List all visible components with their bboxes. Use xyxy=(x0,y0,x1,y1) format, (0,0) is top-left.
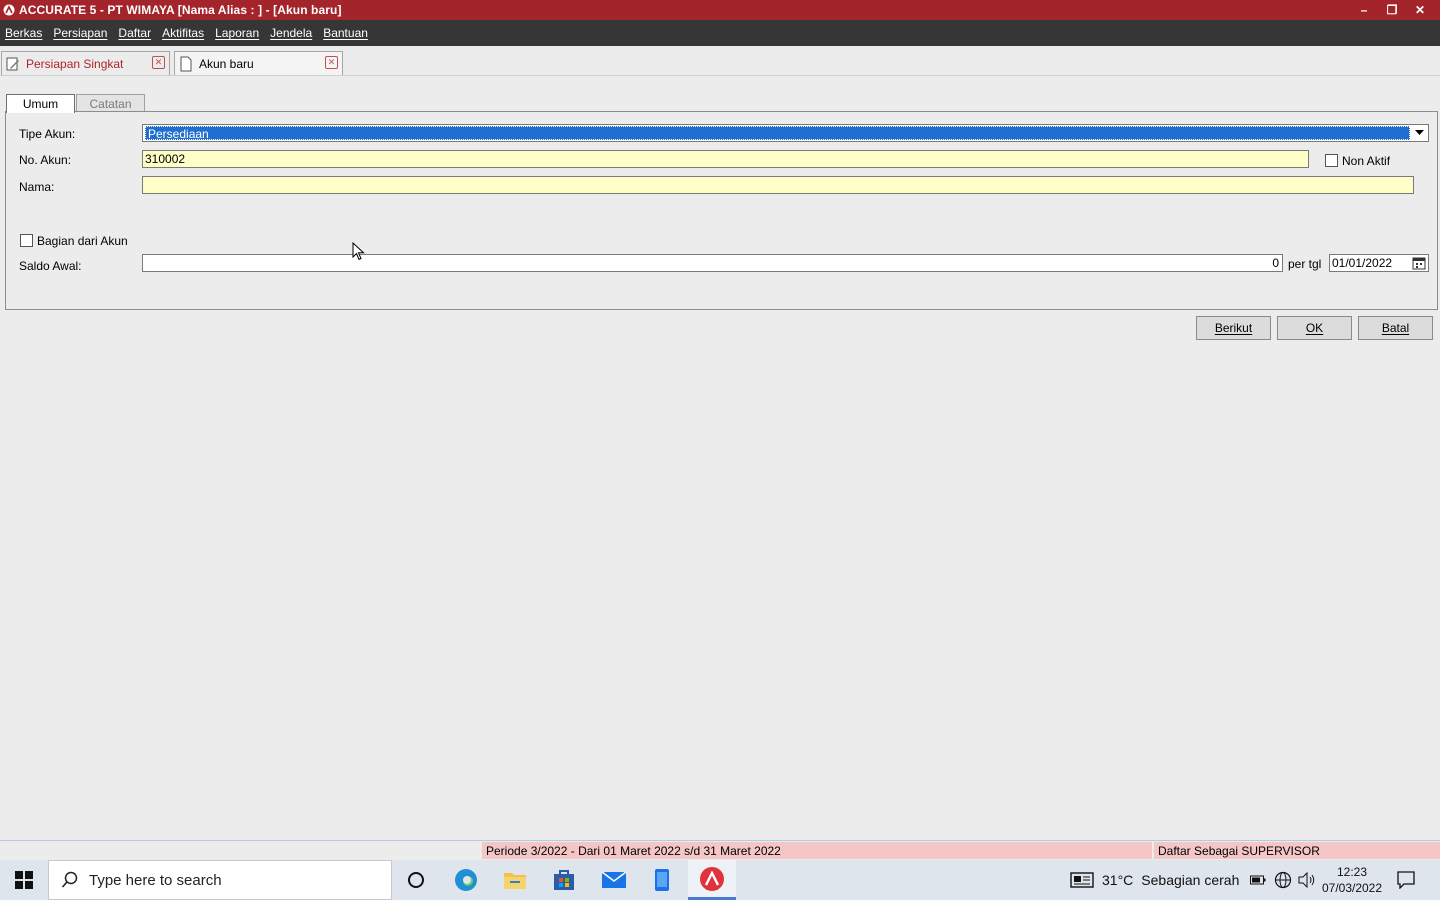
nama-input[interactable] xyxy=(142,176,1414,194)
mail-icon[interactable] xyxy=(590,860,638,900)
status-segment-empty xyxy=(2,842,480,859)
window-title: ACCURATE 5 - PT WIMAYA [Nama Alias : ] -… xyxy=(19,3,342,17)
taskbar-search[interactable]: Type here to search xyxy=(48,860,392,900)
weather-temp[interactable]: 31°C xyxy=(1102,872,1133,888)
berikut-button[interactable]: Berikut xyxy=(1196,316,1271,340)
microsoft-store-icon[interactable] xyxy=(540,860,588,900)
doc-tab-label: Persiapan Singkat xyxy=(26,56,124,71)
calendar-icon[interactable] xyxy=(1412,256,1426,270)
clock[interactable]: 12:23 07/03/2022 xyxy=(1318,860,1386,900)
notification-center-icon[interactable] xyxy=(1396,860,1416,900)
mouse-cursor-icon xyxy=(352,242,365,261)
accurate-logo-icon xyxy=(2,3,16,17)
no-akun-input[interactable]: 310002 xyxy=(142,150,1309,168)
form-edit-icon xyxy=(6,56,20,72)
clock-date: 07/03/2022 xyxy=(1321,881,1383,895)
per-tgl-label: per tgl xyxy=(1288,257,1322,271)
menu-bar: Berkas Persiapan Daftar Aktifitas Lapora… xyxy=(0,20,1440,46)
chevron-down-icon[interactable] xyxy=(1412,126,1427,140)
weather-text[interactable]: Sebagian cerah xyxy=(1141,872,1239,888)
menu-daftar[interactable]: Daftar xyxy=(118,26,151,40)
file-explorer-icon[interactable] xyxy=(491,860,539,900)
blank-page-icon xyxy=(179,56,193,72)
date-value: 01/01/2022 xyxy=(1332,256,1393,270)
edge-browser-icon[interactable] xyxy=(442,860,490,900)
minimize-button[interactable]: – xyxy=(1350,3,1378,17)
menu-aktifitas[interactable]: Aktifitas xyxy=(162,26,204,40)
doc-tab-akun-baru[interactable]: Akun baru ✕ xyxy=(174,51,343,75)
windows-start-icon[interactable] xyxy=(0,860,48,900)
close-tab-icon[interactable]: ✕ xyxy=(325,56,338,69)
tipe-akun-label: Tipe Akun: xyxy=(19,127,76,141)
document-tab-bar: Persiapan Singkat ✕ Akun baru ✕ xyxy=(0,46,1440,76)
tipe-akun-value: Persediaan xyxy=(145,126,1410,141)
non-aktif-label: Non Aktif xyxy=(1342,154,1391,168)
status-bar: Periode 3/2022 - Dari 01 Maret 2022 s/d … xyxy=(0,840,1440,859)
menu-persiapan[interactable]: Persiapan xyxy=(53,26,107,40)
tab-catatan[interactable]: Catatan xyxy=(76,94,145,112)
system-tray: 31°C Sebagian cerah xyxy=(1070,860,1239,900)
cortana-icon[interactable] xyxy=(392,860,440,900)
menu-laporan[interactable]: Laporan xyxy=(215,26,259,40)
phone-app-icon[interactable] xyxy=(638,860,686,900)
nama-label: Nama: xyxy=(19,180,55,194)
menu-jendela[interactable]: Jendela xyxy=(270,26,312,40)
bagian-dari-akun-label: Bagian dari Akun xyxy=(37,234,128,248)
network-globe-icon[interactable] xyxy=(1274,871,1292,889)
close-button[interactable]: ✕ xyxy=(1406,3,1434,17)
date-input[interactable]: 01/01/2022 xyxy=(1329,254,1429,272)
battery-icon[interactable] xyxy=(1250,875,1266,885)
bagian-dari-akun-checkbox[interactable] xyxy=(20,234,33,247)
tray-icons xyxy=(1250,860,1316,900)
saldo-awal-input[interactable]: 0 xyxy=(142,254,1283,272)
status-periode: Periode 3/2022 - Dari 01 Maret 2022 s/d … xyxy=(482,842,1152,859)
news-weather-icon[interactable] xyxy=(1070,872,1094,888)
volume-icon[interactable] xyxy=(1298,872,1316,888)
menu-bantuan[interactable]: Bantuan xyxy=(323,26,368,40)
clock-time: 12:23 xyxy=(1336,865,1368,879)
tab-umum[interactable]: Umum xyxy=(6,94,75,113)
title-bar: ACCURATE 5 - PT WIMAYA [Nama Alias : ] -… xyxy=(0,0,1440,20)
doc-tab-label: Akun baru xyxy=(199,56,254,71)
batal-button[interactable]: Batal xyxy=(1358,316,1433,340)
search-icon xyxy=(61,871,79,889)
doc-tab-persiapan-singkat[interactable]: Persiapan Singkat ✕ xyxy=(1,51,170,75)
tipe-akun-select[interactable]: Persediaan xyxy=(142,124,1429,142)
menu-berkas[interactable]: Berkas xyxy=(5,26,42,40)
ok-button[interactable]: OK xyxy=(1277,316,1352,340)
close-tab-icon[interactable]: ✕ xyxy=(152,56,165,69)
non-aktif-checkbox[interactable] xyxy=(1325,154,1338,167)
restore-button[interactable]: ❐ xyxy=(1378,3,1406,17)
accurate-app-icon[interactable] xyxy=(688,860,736,900)
window-controls: – ❐ ✕ xyxy=(1350,0,1434,20)
taskbar: Type here to search 31°C Sebagian cerah xyxy=(0,860,1440,900)
status-user: Daftar Sebagai SUPERVISOR xyxy=(1154,842,1440,859)
saldo-awal-label: Saldo Awal: xyxy=(19,259,82,273)
search-placeholder: Type here to search xyxy=(89,871,222,889)
no-akun-label: No. Akun: xyxy=(19,153,72,167)
